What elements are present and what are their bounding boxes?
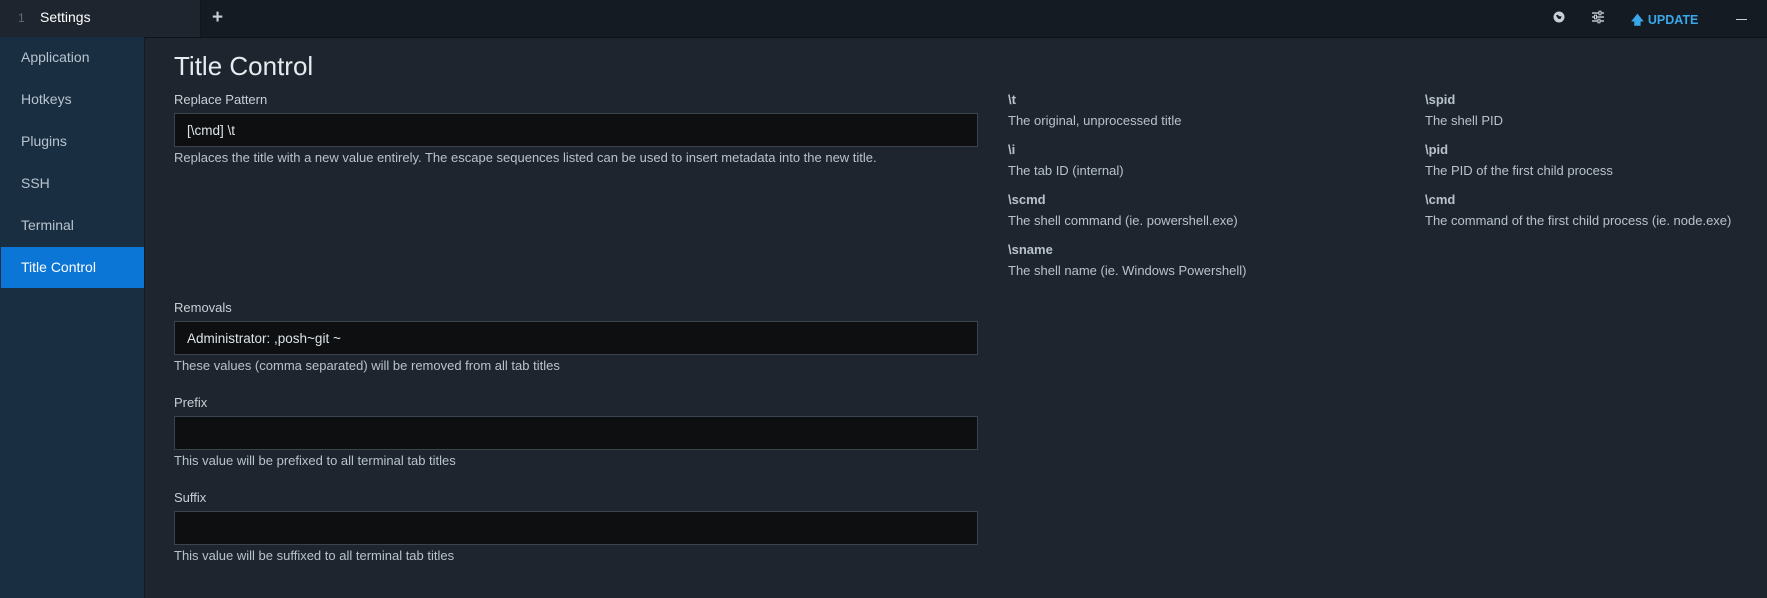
escape-desc: The original, unprocessed title: [1008, 113, 1182, 128]
removals-input[interactable]: [174, 321, 978, 355]
replace-pattern-input[interactable]: [174, 113, 978, 147]
new-tab-button[interactable]: +: [212, 7, 223, 29]
main-content: Title Control Replace Pattern Replaces t…: [144, 37, 1767, 598]
escape-desc: The command of the first child process (…: [1425, 213, 1732, 228]
tab-title: Settings: [40, 9, 91, 25]
escape-name: \t: [1008, 92, 1016, 107]
settings-sidebar: Application Hotkeys Plugins SSH Terminal…: [0, 37, 145, 598]
replace-pattern-label: Replace Pattern: [174, 92, 268, 107]
escape-name: \cmd: [1425, 192, 1456, 207]
prefix-label: Prefix: [174, 395, 208, 410]
replace-pattern-help: Replaces the title with a new value enti…: [174, 150, 877, 165]
escape-desc: The tab ID (internal): [1008, 163, 1124, 178]
escape-name: \scmd: [1008, 192, 1046, 207]
page-title: Title Control: [174, 51, 314, 81]
removals-label: Removals: [174, 300, 232, 315]
escape-desc: The PID of the first child process: [1425, 163, 1613, 178]
escape-desc: The shell name (ie. Windows Powershell): [1008, 263, 1247, 278]
sliders-icon[interactable]: [1591, 10, 1605, 29]
escape-name: \i: [1008, 142, 1016, 157]
suffix-input[interactable]: [174, 511, 978, 545]
sidebar-item-ssh[interactable]: SSH: [1, 163, 144, 204]
escape-name: \spid: [1425, 92, 1456, 107]
minimize-icon[interactable]: [1736, 19, 1747, 20]
sidebar-item-terminal[interactable]: Terminal: [1, 205, 144, 246]
suffix-label: Suffix: [174, 490, 207, 505]
update-button[interactable]: 🡅 UPDATE: [1631, 11, 1698, 32]
globe-icon[interactable]: [1552, 10, 1566, 29]
title-bar: 1 Settings + 🡅 UPDATE: [0, 0, 1767, 38]
escape-desc: The shell PID: [1425, 113, 1504, 128]
arrow-up-icon: 🡅: [1631, 13, 1644, 27]
sidebar-item-hotkeys[interactable]: Hotkeys: [1, 79, 144, 120]
update-label: UPDATE: [1647, 13, 1699, 27]
sidebar-item-title-control[interactable]: Title Control: [1, 247, 144, 288]
tab-index: 1: [18, 11, 25, 25]
removals-help: These values (comma separated) will be r…: [174, 358, 560, 373]
prefix-input[interactable]: [174, 416, 978, 450]
sidebar-item-application[interactable]: Application: [1, 37, 144, 78]
escape-name: \pid: [1425, 142, 1449, 157]
suffix-help: This value will be suffixed to all termi…: [174, 548, 455, 563]
prefix-help: This value will be prefixed to all termi…: [174, 453, 456, 468]
escape-desc: The shell command (ie. powershell.exe): [1008, 213, 1238, 228]
sidebar-item-plugins[interactable]: Plugins: [1, 121, 144, 162]
escape-name: \sname: [1008, 242, 1053, 257]
tab-settings[interactable]: 1 Settings: [0, 0, 201, 37]
